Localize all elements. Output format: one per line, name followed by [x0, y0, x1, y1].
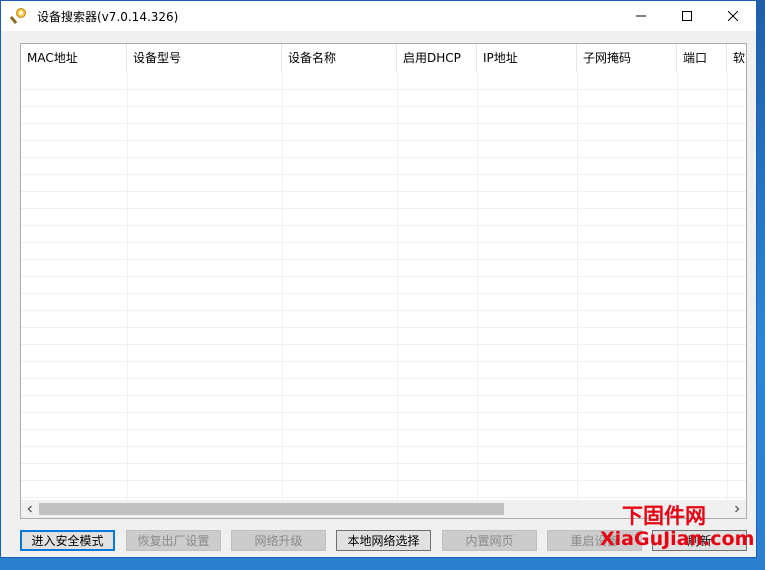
row-divider	[21, 106, 746, 107]
row-divider	[21, 191, 746, 192]
column-header-model[interactable]: 设备型号	[127, 44, 282, 72]
window-title: 设备搜索器(v7.0.14.326)	[37, 10, 179, 24]
column-divider	[282, 72, 283, 500]
watermark-line2: XiaGuJian.com	[600, 528, 755, 550]
watermark: 下固件网 XiaGuJian.com	[600, 500, 760, 560]
column-header-dhcp[interactable]: 启用DHCP	[397, 44, 477, 72]
row-divider	[21, 361, 746, 362]
row-divider	[21, 378, 746, 379]
column-divider	[477, 72, 478, 500]
row-divider	[21, 89, 746, 90]
local-network-select-button[interactable]: 本地网络选择	[336, 530, 431, 551]
row-divider	[21, 327, 746, 328]
table-header: MAC地址 设备型号 设备名称 启用DHCP IP地址 子网掩码 端口 软	[21, 44, 746, 72]
row-divider	[21, 293, 746, 294]
maximize-button[interactable]	[664, 1, 710, 31]
close-icon	[728, 11, 738, 21]
column-header-mac[interactable]: MAC地址	[21, 44, 127, 72]
row-divider	[21, 242, 746, 243]
row-divider	[21, 259, 746, 260]
row-divider	[21, 497, 746, 498]
minimize-button[interactable]	[618, 1, 664, 31]
builtin-webpage-button[interactable]: 内置网页	[442, 530, 537, 551]
factory-reset-button[interactable]: 恢复出厂设置	[126, 530, 221, 551]
column-divider	[397, 72, 398, 500]
row-divider	[21, 412, 746, 413]
row-divider	[21, 446, 746, 447]
row-divider	[21, 208, 746, 209]
column-divider	[727, 72, 728, 500]
row-divider	[21, 276, 746, 277]
row-divider	[21, 157, 746, 158]
row-divider	[21, 395, 746, 396]
column-header-ip[interactable]: IP地址	[477, 44, 577, 72]
column-header-name[interactable]: 设备名称	[282, 44, 397, 72]
app-window: 设备搜索器(v7.0.14.326) MAC地址 设备型号 设备名称 启用DHC…	[0, 0, 757, 558]
scroll-thumb[interactable]	[39, 503, 504, 515]
row-divider	[21, 310, 746, 311]
table-body[interactable]	[21, 72, 746, 500]
chevron-left-icon	[27, 505, 32, 513]
close-button[interactable]	[710, 1, 756, 31]
scroll-left-button[interactable]	[21, 500, 39, 518]
row-divider	[21, 463, 746, 464]
device-list-table[interactable]: MAC地址 设备型号 设备名称 启用DHCP IP地址 子网掩码 端口 软	[20, 43, 747, 519]
column-header-subnet[interactable]: 子网掩码	[577, 44, 677, 72]
row-divider	[21, 123, 746, 124]
title-bar[interactable]: 设备搜索器(v7.0.14.326)	[1, 1, 756, 31]
row-divider	[21, 480, 746, 481]
column-header-port[interactable]: 端口	[677, 44, 727, 72]
row-divider	[21, 429, 746, 430]
network-upgrade-button[interactable]: 网络升级	[231, 530, 326, 551]
minimize-icon	[636, 15, 646, 17]
row-divider	[21, 225, 746, 226]
row-divider	[21, 344, 746, 345]
column-header-software[interactable]: 软	[727, 44, 746, 72]
watermark-line1: 下固件网	[622, 504, 706, 528]
column-divider	[577, 72, 578, 500]
maximize-icon	[682, 11, 692, 21]
column-divider	[127, 72, 128, 500]
row-divider	[21, 140, 746, 141]
row-divider	[21, 174, 746, 175]
enter-safe-mode-button[interactable]: 进入安全模式	[20, 530, 115, 551]
magnifier-key-icon	[10, 8, 26, 25]
column-divider	[677, 72, 678, 500]
